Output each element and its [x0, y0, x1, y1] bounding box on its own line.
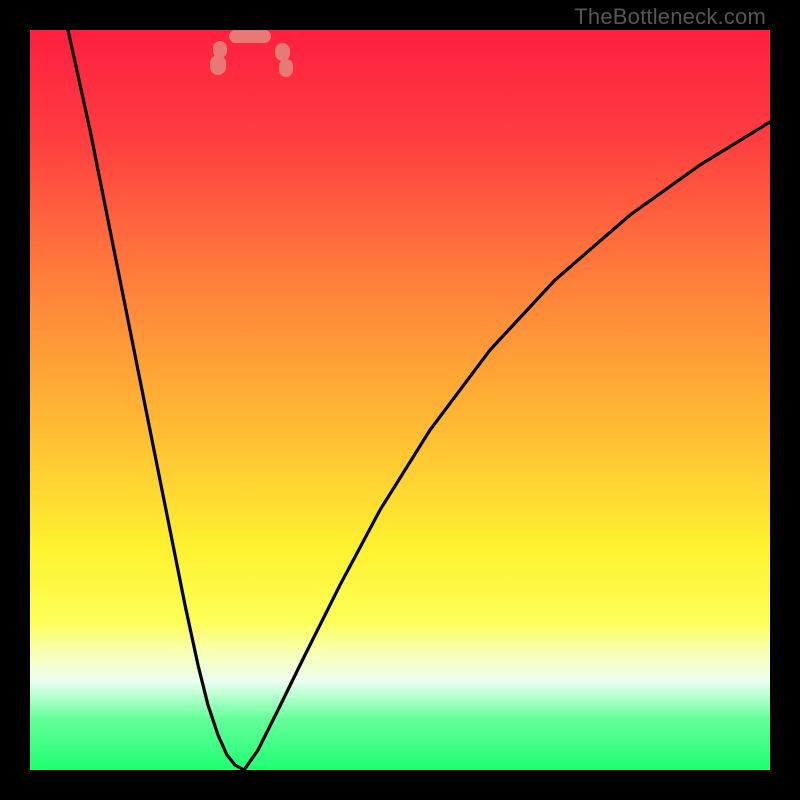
curve-right-branch: [244, 122, 770, 770]
marker-right-bot: [275, 43, 290, 61]
marker-left-top: [210, 55, 226, 75]
marker-left-bot: [213, 41, 227, 58]
marker-right-top: [279, 59, 293, 77]
curve-left-branch: [68, 30, 244, 770]
marker-valley: [229, 30, 271, 43]
watermark-text: TheBottleneck.com: [574, 4, 766, 30]
plot-area: [30, 30, 770, 770]
outer-frame: TheBottleneck.com: [0, 0, 800, 800]
bottleneck-curve: [30, 30, 770, 770]
